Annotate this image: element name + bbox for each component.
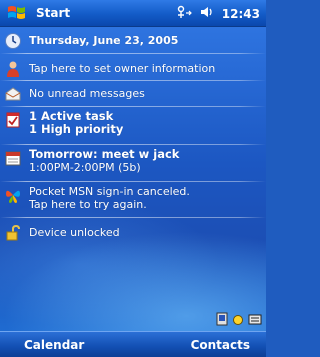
title-bar: Start 12:43 (0, 0, 266, 27)
connectivity-icon[interactable] (176, 5, 192, 22)
tasks-item[interactable]: 1 Active task 1 High priority (0, 110, 266, 136)
volume-icon[interactable] (200, 5, 214, 22)
clock[interactable]: 12:43 (222, 7, 260, 21)
msn-butterfly-icon (4, 186, 22, 204)
title-tray: 12:43 (176, 0, 260, 27)
padlock-open-icon (4, 224, 22, 242)
device-icon[interactable] (216, 311, 228, 326)
today-date-item[interactable]: Thursday, June 23, 2005 (0, 31, 266, 50)
pocket-msn-item[interactable]: Pocket MSN sign-in canceled. Tap here to… (0, 185, 266, 211)
clock-icon (4, 32, 22, 50)
contacts-softkey[interactable]: Contacts (167, 338, 266, 352)
notification-tray (216, 311, 262, 326)
divider (0, 53, 266, 54)
appointment-item[interactable]: Tomorrow: meet w jack 1:00PM-2:00PM (5b) (0, 148, 266, 174)
device-lock-item[interactable]: Device unlocked (0, 223, 266, 242)
msn-status: Pocket MSN sign-in canceled. (29, 185, 190, 198)
device-text: Device unlocked (29, 226, 120, 239)
calendar-softkey[interactable]: Calendar (0, 338, 108, 352)
appointment-time: 1:00PM-2:00PM (5b) (29, 161, 141, 174)
owner-info-item[interactable]: Tap here to set owner information (0, 59, 266, 78)
tasks-priority: 1 High priority (29, 122, 124, 136)
divider (0, 80, 266, 81)
appointment-text: Tomorrow: meet w jack 1:00PM-2:00PM (5b) (29, 147, 180, 175)
status-circle-icon[interactable] (232, 311, 244, 325)
divider (0, 181, 266, 182)
calendar-icon (4, 149, 22, 167)
messages-item[interactable]: No unread messages (0, 84, 266, 103)
divider (0, 217, 266, 218)
task-clipboard-icon (4, 111, 22, 129)
messages-text: No unread messages (29, 87, 145, 100)
appointment-title: Tomorrow: meet w jack (29, 147, 180, 161)
keyboard-icon[interactable] (248, 311, 262, 325)
envelope-icon (4, 85, 22, 103)
title-text[interactable]: Start (36, 6, 70, 20)
msn-text: Pocket MSN sign-in canceled. Tap here to… (29, 185, 190, 211)
owner-text: Tap here to set owner information (29, 62, 216, 75)
today-screen: Thursday, June 23, 2005 Tap here to set … (0, 27, 266, 331)
msn-retry: Tap here to try again. (29, 198, 147, 211)
date-text: Thursday, June 23, 2005 (29, 34, 179, 47)
divider (0, 106, 266, 107)
softkey-bar: Calendar Contacts (0, 331, 266, 357)
divider (0, 144, 266, 145)
tasks-text: 1 Active task 1 High priority (29, 110, 123, 136)
owner-person-icon (4, 60, 22, 78)
start-menu-flag-icon[interactable] (6, 2, 28, 24)
